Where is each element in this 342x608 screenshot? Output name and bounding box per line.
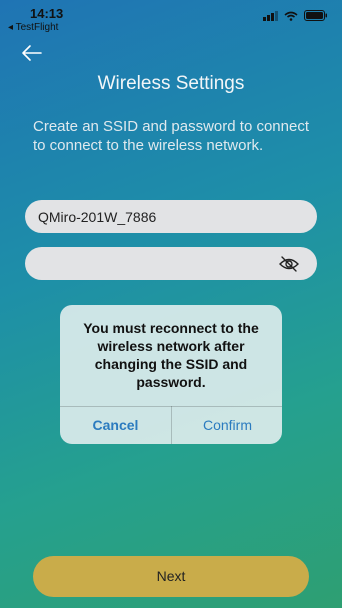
confirm-button[interactable]: Confirm: [172, 407, 282, 444]
page-description: Create an SSID and password to connect t…: [33, 118, 309, 154]
system-icons: [263, 10, 328, 21]
signal-icon: [263, 10, 278, 21]
cancel-button[interactable]: Cancel: [60, 407, 171, 444]
password-field[interactable]: [25, 247, 317, 280]
back-to-app-link[interactable]: ◂ TestFlight: [8, 22, 58, 33]
page-title: Wireless Settings: [97, 73, 245, 94]
password-input[interactable]: [38, 247, 278, 280]
next-button[interactable]: Next: [33, 556, 309, 597]
reconnect-alert-dialog: You must reconnect to the wireless netwo…: [60, 305, 282, 444]
alert-message: You must reconnect to the wireless netwo…: [83, 320, 259, 390]
battery-icon: [304, 10, 328, 21]
status-bar: 14:13 ◂ TestFlight: [0, 0, 342, 36]
ssid-field[interactable]: [25, 200, 317, 233]
wifi-icon: [284, 11, 298, 21]
ssid-input[interactable]: [38, 200, 278, 233]
status-time: 14:13: [30, 6, 64, 21]
back-arrow-icon[interactable]: [20, 42, 44, 64]
eye-slash-icon[interactable]: [279, 255, 299, 273]
